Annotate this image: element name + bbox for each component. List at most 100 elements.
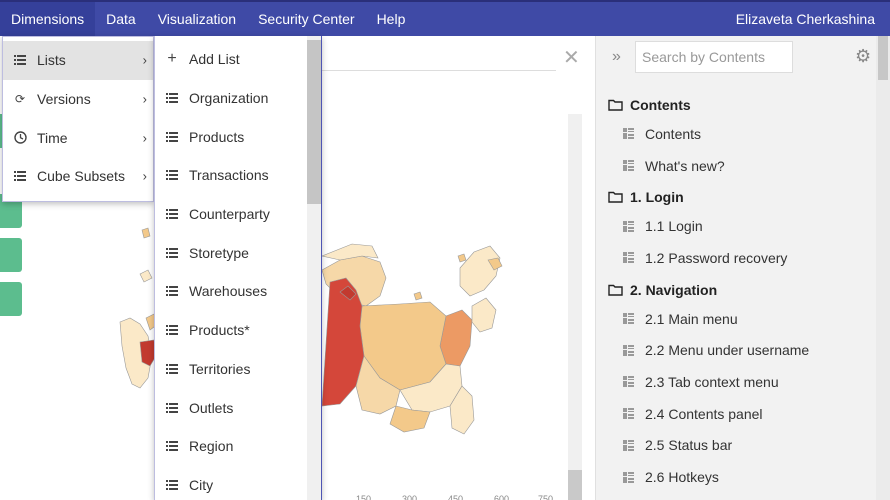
map-region bbox=[459, 245, 501, 297]
list-item[interactable]: Territories bbox=[155, 350, 321, 389]
dimensions-dropdown: Lists › ⟳ Versions › Time › Cube Subsets… bbox=[2, 36, 154, 202]
list-item-label: Organization bbox=[189, 90, 269, 107]
list-item[interactable]: Storetype bbox=[155, 233, 321, 272]
axis-tick-label: 600 bbox=[494, 494, 510, 500]
menu-dimensions[interactable]: Dimensions bbox=[0, 2, 96, 36]
list-item[interactable]: Organization bbox=[155, 79, 321, 118]
contents-link[interactable]: 2.6 Hotkeys bbox=[608, 461, 876, 493]
scroll-thumb[interactable] bbox=[307, 40, 321, 204]
username-menu[interactable]: Elizaveta Cherkashina bbox=[736, 2, 875, 36]
contents-link[interactable]: 1.2 Password recovery bbox=[608, 242, 876, 274]
scroll-thumb[interactable] bbox=[568, 470, 582, 500]
list-item-label: Warehouses bbox=[189, 283, 268, 300]
menu-item-time[interactable]: Time › bbox=[3, 118, 153, 157]
folder-title: Contents bbox=[630, 97, 691, 113]
contents-scrollbar[interactable] bbox=[876, 36, 890, 500]
menu-help[interactable]: Help bbox=[366, 2, 417, 36]
map-region bbox=[139, 269, 153, 283]
main-scrollbar[interactable] bbox=[568, 114, 582, 500]
contents-link[interactable]: Contents bbox=[608, 118, 876, 150]
list-item[interactable]: Products bbox=[155, 117, 321, 156]
menu-item-label: Cube Subsets bbox=[37, 168, 125, 185]
menu-item-label: Versions bbox=[37, 91, 91, 108]
contents-link-label: 2.2 Menu under username bbox=[645, 342, 810, 359]
menu-item-versions[interactable]: ⟳ Versions › bbox=[3, 80, 153, 119]
refresh-icon: ⟳ bbox=[14, 92, 26, 107]
contents-link[interactable]: 2.2 Menu under username bbox=[608, 334, 876, 366]
menu-item-cube-subsets[interactable]: Cube Subsets › bbox=[3, 157, 153, 196]
document-icon bbox=[623, 408, 635, 420]
list-item-label: Counterparty bbox=[189, 206, 270, 223]
list-item[interactable]: Products* bbox=[155, 311, 321, 350]
contents-section: 2. Navigation 2.1 Main menu 2.2 Menu under… bbox=[608, 277, 876, 493]
side-tab[interactable] bbox=[0, 282, 22, 316]
list-icon bbox=[165, 168, 179, 182]
document-icon bbox=[623, 252, 635, 264]
list-item[interactable]: Counterparty bbox=[155, 195, 321, 234]
chevron-right-icon: › bbox=[142, 91, 147, 107]
map-region bbox=[457, 253, 467, 263]
list-item[interactable]: Region bbox=[155, 427, 321, 466]
document-icon bbox=[623, 160, 635, 172]
list-item-label: Products bbox=[189, 128, 245, 145]
axis-tick-label: 450 bbox=[448, 494, 464, 500]
document-icon bbox=[623, 128, 635, 140]
collapse-panel-icon[interactable]: » bbox=[612, 48, 621, 66]
close-icon[interactable]: ✕ bbox=[563, 46, 580, 70]
contents-search-input[interactable] bbox=[635, 41, 793, 73]
scroll-thumb[interactable] bbox=[878, 36, 888, 80]
axis-tick-label: 150 bbox=[356, 494, 372, 500]
contents-link[interactable]: 2.4 Contents panel bbox=[608, 398, 876, 430]
contents-link[interactable]: 2.3 Tab context menu bbox=[608, 366, 876, 398]
map-region bbox=[141, 227, 151, 239]
contents-folder[interactable]: 2. Navigation bbox=[608, 277, 876, 303]
contents-folder[interactable]: 1. Login bbox=[608, 184, 876, 210]
contents-link[interactable]: 2.1 Main menu bbox=[608, 303, 876, 335]
submenu-scrollbar[interactable] bbox=[307, 36, 321, 500]
document-icon bbox=[623, 313, 635, 325]
document-icon bbox=[623, 376, 635, 388]
list-item-label: Products* bbox=[189, 322, 250, 339]
document-icon bbox=[623, 344, 635, 356]
list-icon bbox=[13, 53, 27, 67]
list-item[interactable]: Warehouses bbox=[155, 272, 321, 311]
add-list-button[interactable]: + Add List bbox=[155, 40, 321, 79]
contents-link[interactable]: 1.1 Login bbox=[608, 210, 876, 242]
folder-title: 1. Login bbox=[630, 189, 684, 206]
chevron-right-icon: › bbox=[142, 52, 147, 68]
list-item[interactable]: City bbox=[155, 466, 321, 500]
map-region bbox=[413, 291, 423, 301]
contents-link-label: 1.1 Login bbox=[645, 218, 703, 235]
contents-link[interactable]: What's new? bbox=[608, 150, 876, 182]
lists-submenu: + Add List Organization Products Transacti… bbox=[154, 36, 322, 500]
contents-link-label: 1.2 Password recovery bbox=[645, 249, 788, 266]
document-icon bbox=[623, 471, 635, 483]
menu-item-lists[interactable]: Lists › bbox=[3, 41, 153, 80]
list-icon bbox=[165, 439, 179, 453]
list-item[interactable]: Outlets bbox=[155, 388, 321, 427]
list-icon bbox=[165, 91, 179, 105]
folder-title: 2. Navigation bbox=[630, 281, 718, 298]
gear-icon[interactable]: ⚙ bbox=[855, 46, 871, 67]
list-item-label: Territories bbox=[189, 360, 251, 377]
axis-tick-label: 750 bbox=[538, 494, 554, 500]
list-icon bbox=[165, 401, 179, 415]
contents-link-label: Contents bbox=[645, 125, 702, 142]
menu-data[interactable]: Data bbox=[95, 2, 147, 36]
list-icon bbox=[165, 130, 179, 144]
contents-link-label: 2.4 Contents panel bbox=[645, 405, 763, 422]
side-tab[interactable] bbox=[0, 238, 22, 272]
contents-panel-header: » ⚙ bbox=[596, 36, 890, 82]
list-icon bbox=[165, 362, 179, 376]
contents-link-label: 2.6 Hotkeys bbox=[645, 469, 719, 486]
chevron-right-icon: › bbox=[142, 130, 147, 146]
menu-visualization[interactable]: Visualization bbox=[147, 2, 247, 36]
contents-link-label: What's new? bbox=[645, 157, 725, 174]
menu-security-center[interactable]: Security Center bbox=[247, 2, 365, 36]
contents-panel: » ⚙ Contents Contents What's new? 1. Login 1… bbox=[595, 36, 890, 500]
menu-item-label: Add List bbox=[189, 51, 240, 68]
contents-folder[interactable]: Contents bbox=[608, 92, 876, 118]
contents-link[interactable]: 2.5 Status bar bbox=[608, 430, 876, 462]
menu-item-label: Lists bbox=[37, 52, 66, 69]
list-item[interactable]: Transactions bbox=[155, 156, 321, 195]
